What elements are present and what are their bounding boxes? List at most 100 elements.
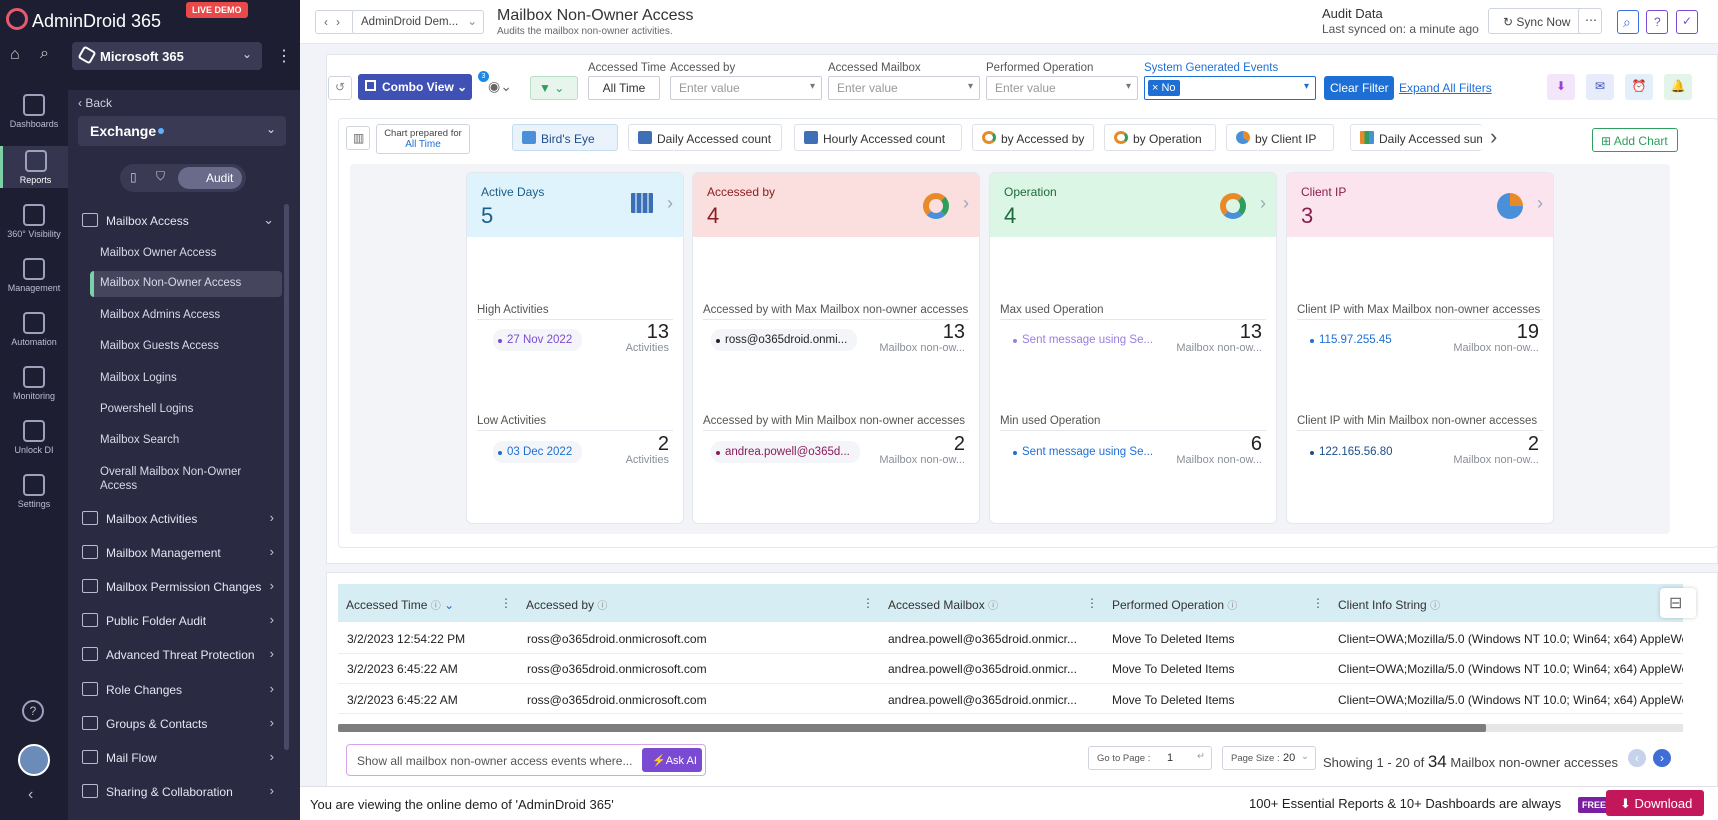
nav-item[interactable]: Overall Mailbox Non-Owner Access (100, 465, 260, 493)
card-client-ip[interactable]: Client IP 3 › Client IP with Max Mailbox… (1286, 172, 1554, 524)
chat-icon[interactable]: ✉ (1586, 74, 1614, 100)
nav-item[interactable]: Mailbox Logins (100, 371, 292, 385)
bell-icon[interactable]: 🔔 (1664, 74, 1692, 100)
search-icon[interactable]: ⌕ (40, 45, 49, 63)
nav-scrollbar[interactable] (284, 204, 289, 750)
audit-tab[interactable]: Audit (178, 167, 242, 189)
high-item[interactable]: 27 Nov 2022 (493, 329, 583, 351)
prev-page-icon[interactable]: ‹ (1628, 749, 1646, 767)
expand-all-filters-link[interactable]: Expand All Filters (1399, 81, 1492, 95)
horizontal-scrollbar[interactable] (338, 724, 1683, 732)
rail-management[interactable]: Management (0, 258, 68, 293)
reset-icon[interactable]: ↺ (328, 76, 352, 100)
ai-query-input[interactable]: Show all mailbox non-owner access events… (357, 754, 632, 768)
tab-daily-summary[interactable]: Daily Accessed summ (1350, 124, 1482, 151)
nav-item[interactable]: Mailbox Owner Access (100, 246, 292, 260)
low-item[interactable]: Sent message using Se... (1008, 441, 1158, 463)
rail-reports[interactable]: Reports (0, 146, 68, 188)
document-icon[interactable]: ▯ (130, 170, 137, 184)
back-link[interactable]: ‹ Back (78, 96, 112, 110)
filter-toggle[interactable]: ▼ ⌄ (530, 76, 578, 100)
column-header-performed-operation[interactable]: Performed Operation ⓘ ⋮ (1104, 584, 1330, 622)
tenant-selector[interactable]: AdminDroid Dem... ⌄ (352, 10, 484, 34)
export-icon[interactable]: ⬇ (1547, 74, 1575, 100)
accessed-mailbox-input[interactable]: Enter value ▾ (828, 76, 980, 100)
rail-automation[interactable]: Automation (0, 312, 68, 347)
page-size[interactable]: Page Size :20 ⌄ (1222, 746, 1316, 770)
card-operation[interactable]: Operation 4 › Max used Operation Sent me… (989, 172, 1277, 524)
low-item[interactable]: 03 Dec 2022 (493, 441, 583, 463)
nav-item-selected[interactable]: Mailbox Non-Owner Access (90, 271, 282, 297)
low-item[interactable]: 122.165.56.80 (1305, 441, 1403, 463)
column-visibility-toggle[interactable]: 3 ◉⌄ (478, 71, 518, 96)
chart-prepared-for[interactable]: Chart prepared for All Time (376, 124, 470, 154)
history-nav[interactable]: ‹› (315, 10, 355, 34)
kebab-menu-icon[interactable]: ⋮ (276, 46, 292, 66)
high-item[interactable]: 115.97.255.45 (1305, 329, 1402, 351)
nav-item[interactable]: Mailbox Search (100, 433, 292, 447)
page-input[interactable]: 1 (1167, 752, 1173, 764)
cell-accessed-mailbox[interactable]: andrea.powell@o365droid.onmicr... (888, 693, 1098, 707)
card-accessed-by[interactable]: Accessed by 4 › Accessed by with Max Mai… (692, 172, 980, 524)
chart-type-icon[interactable]: ▥ (346, 126, 370, 150)
rail-settings[interactable]: Settings (0, 474, 68, 509)
download-button[interactable]: ⬇ Download (1606, 790, 1704, 816)
column-chooser-icon[interactable]: ⊟ (1660, 588, 1696, 618)
rail-dashboards[interactable]: Dashboards (0, 94, 68, 129)
ask-ai-button[interactable]: ⚡Ask AI (642, 748, 702, 772)
tab-daily-accessed[interactable]: Daily Accessed count (628, 124, 782, 151)
column-header-accessed-by[interactable]: Accessed by ⓘ ⋮ (518, 584, 880, 622)
high-item[interactable]: Sent message using Se... (1008, 329, 1158, 351)
column-menu-icon[interactable]: ⋮ (500, 596, 512, 610)
tab-by-client-ip[interactable]: by Client IP (1226, 124, 1334, 151)
system-events-select[interactable]: × No ▾ (1144, 76, 1316, 100)
cell-accessed-mailbox[interactable]: andrea.powell@o365droid.onmicr... (888, 662, 1098, 676)
cell-accessed-mailbox[interactable]: andrea.powell@o365droid.onmicr... (888, 632, 1098, 646)
performed-operation-input[interactable]: Enter value ▾ (986, 76, 1138, 100)
card-active-days[interactable]: Active Days 5 › High Activities 27 Nov 2… (466, 172, 684, 524)
rail-monitoring[interactable]: Monitoring (0, 366, 68, 401)
search-icon[interactable]: ⌕ (1617, 10, 1639, 34)
column-menu-icon[interactable]: ⋮ (1086, 596, 1098, 610)
column-menu-icon[interactable]: ⋮ (1312, 596, 1324, 610)
selected-chip[interactable]: × No (1148, 80, 1180, 96)
sort-desc-icon[interactable]: ⌄ (444, 598, 454, 612)
more-options-icon[interactable]: ⋯ (1578, 8, 1602, 34)
column-header-accessed-time[interactable]: Accessed Time ⓘ ⌄ ⋮ (338, 584, 518, 622)
sync-now-button[interactable]: ↻ Sync Now (1488, 8, 1588, 34)
filter-icon[interactable]: ⛉ (156, 169, 165, 184)
tab-by-operation[interactable]: by Operation (1104, 124, 1216, 151)
workload-selector[interactable]: Exchange ⌄ (78, 116, 286, 146)
enter-icon[interactable]: ↵ (1197, 751, 1205, 762)
nav-item[interactable]: Mailbox Admins Access (100, 308, 292, 322)
avatar[interactable] (18, 744, 50, 776)
low-item[interactable]: andrea.powell@o365d... (711, 441, 860, 463)
help-icon[interactable]: ? (1646, 10, 1668, 34)
ask-ai-box[interactable]: Show all mailbox non-owner access events… (346, 744, 706, 776)
checklist-icon[interactable]: ✓ (1676, 10, 1698, 34)
cell-accessed-by[interactable]: ross@o365droid.onmicrosoft.com (527, 693, 877, 707)
scroll-right-icon[interactable]: › (1490, 124, 1497, 150)
alarm-icon[interactable]: ⏰ (1625, 74, 1653, 100)
tab-birds-eye[interactable]: Bird's Eye (512, 124, 618, 151)
accessed-time-select[interactable]: All Time (588, 76, 660, 100)
help-icon[interactable]: ? (22, 700, 44, 722)
add-chart-button[interactable]: ⊞ Add Chart (1592, 128, 1678, 152)
clear-filter-button[interactable]: Clear Filter (1324, 76, 1394, 100)
platform-selector[interactable]: Microsoft 365 ⌄ (72, 42, 262, 70)
nav-item[interactable]: Mailbox Guests Access (100, 339, 292, 353)
rail-unlock-di[interactable]: Unlock DI (0, 420, 68, 455)
column-menu-icon[interactable]: ⋮ (862, 596, 874, 610)
high-item[interactable]: ross@o365droid.onmi... (711, 329, 858, 351)
tab-hourly-accessed[interactable]: Hourly Accessed count (794, 124, 962, 151)
cell-accessed-by[interactable]: ross@o365droid.onmicrosoft.com (527, 662, 877, 676)
next-page-icon[interactable]: › (1653, 749, 1671, 767)
nav-item[interactable]: Powershell Logins (100, 402, 292, 416)
collapse-icon[interactable]: ‹ (28, 786, 33, 804)
tab-by-accessed-by[interactable]: by Accessed by (972, 124, 1094, 151)
column-header-accessed-mailbox[interactable]: Accessed Mailbox ⓘ ⋮ (880, 584, 1104, 622)
combo-view-button[interactable]: Combo View ⌄ (358, 74, 472, 100)
rail-visibility[interactable]: 360° Visibility (0, 204, 68, 239)
cell-accessed-by[interactable]: ross@o365droid.onmicrosoft.com (527, 632, 877, 646)
home-icon[interactable]: ⌂ (10, 46, 20, 64)
